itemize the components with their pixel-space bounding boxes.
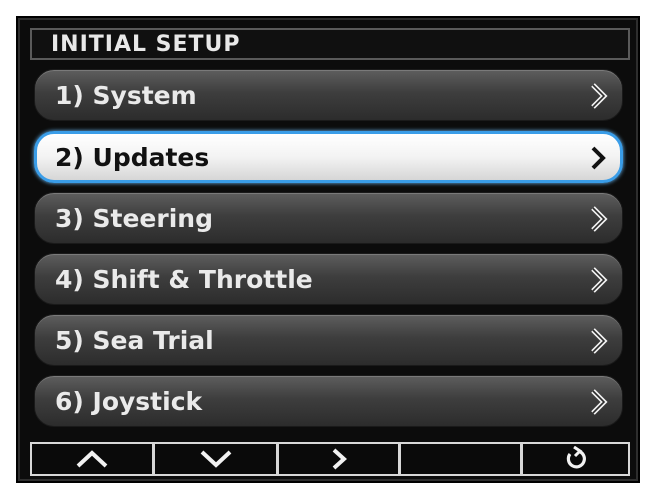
menu-item-sea-trial[interactable]: 5) Sea Trial xyxy=(34,314,623,366)
chevron-right-icon xyxy=(591,328,608,354)
title-bar: INITIAL SETUP xyxy=(30,28,630,60)
softkey-select[interactable] xyxy=(277,442,400,476)
refresh-icon xyxy=(566,446,586,469)
softkey-up[interactable] xyxy=(30,442,154,476)
menu-item-label: 2) Updates xyxy=(55,143,210,172)
chevron-down-icon xyxy=(200,450,231,468)
chevron-right-icon xyxy=(591,389,608,415)
display-screen: INITIAL SETUP 1) System 2) Updates 3) St… xyxy=(18,18,638,481)
menu-item-steering[interactable]: 3) Steering xyxy=(34,192,623,244)
menu-item-joystick[interactable]: 6) Joystick xyxy=(34,375,623,427)
menu-item-system[interactable]: 1) System xyxy=(34,69,623,121)
menu-item-label: 4) Shift & Throttle xyxy=(55,265,313,294)
menu-item-shift-throttle[interactable]: 4) Shift & Throttle xyxy=(34,253,623,305)
menu-item-label: 6) Joystick xyxy=(55,387,203,416)
softkey-blank[interactable] xyxy=(399,442,522,476)
menu-item-label: 3) Steering xyxy=(55,204,213,233)
menu-item-label: 5) Sea Trial xyxy=(55,326,214,355)
chevron-right-icon xyxy=(591,83,608,109)
chevron-right-icon xyxy=(332,448,347,470)
chevron-up-icon xyxy=(76,450,108,468)
softkey-back[interactable] xyxy=(521,442,630,476)
softkey-bar xyxy=(30,442,630,476)
chevron-right-icon xyxy=(591,146,606,170)
menu-item-label: 1) System xyxy=(55,81,197,110)
menu-item-updates[interactable]: 2) Updates xyxy=(34,131,623,183)
chevron-right-icon xyxy=(591,206,608,232)
chevron-right-icon xyxy=(591,267,608,293)
softkey-down[interactable] xyxy=(153,442,278,476)
page-title: INITIAL SETUP xyxy=(51,32,241,57)
